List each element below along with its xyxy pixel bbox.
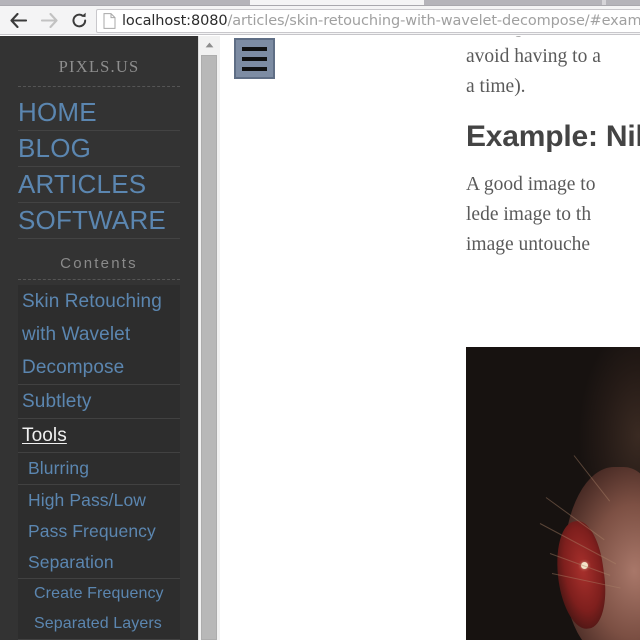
section-heading-example-nikki: Example: Nikki [466,120,640,153]
hamburger-menu-icon[interactable] [234,38,275,79]
document-icon [103,13,116,29]
address-bar-text: localhost:8080/articles/skin-retouching-… [122,13,640,29]
reload-button[interactable] [65,7,93,34]
back-button[interactable] [4,7,32,34]
toc-item-skin-retouching-with-wavelet-decompose[interactable]: Skin Retouching with Wavelet Decompose [18,285,180,385]
nav-item-blog[interactable]: BLOG [18,131,180,167]
toc-item-create-frequency-separated-layers[interactable]: Create Frequency Separated Layers [18,579,180,640]
forward-arrow-icon [40,13,58,28]
url-path: /articles/skin-retouching-with-wavelet-d… [227,13,640,29]
sidebar-content: PIXLS.US HOME BLOG ARTICLES SOFTWARE Con… [0,36,198,640]
page-scrollbar[interactable] [198,36,220,640]
contents-heading: Contents [60,255,138,272]
scroll-up-button[interactable] [199,36,220,54]
nav-item-home[interactable]: HOME [18,95,180,131]
hamburger-bar-1 [242,46,267,51]
article-body: healing tool afte avoid having to a a ti… [466,36,640,260]
paragraph-line-2: avoid having to a [466,46,601,67]
sidebar: PIXLS.US HOME BLOG ARTICLES SOFTWARE Con… [0,36,198,640]
hamburger-bar-2 [242,56,267,61]
paragraph2-line-3: image untouche [466,234,590,255]
paragraph2-line-1: A good image to [466,174,596,195]
table-of-contents: Skin Retouching with Wavelet Decompose S… [18,280,180,640]
hamburger-bar-3 [242,66,267,71]
toc-item-tools[interactable]: Tools [18,419,180,453]
main-navigation: HOME BLOG ARTICLES SOFTWARE [0,87,198,239]
scrollbar-thumb[interactable] [201,55,217,640]
browser-toolbar: localhost:8080/articles/skin-retouching-… [0,6,640,35]
paragraph-line-3: a time). [466,76,526,97]
url-host: localhost:8080 [122,13,228,29]
browser-window: localhost:8080/articles/skin-retouching-… [0,0,640,640]
nav-item-articles[interactable]: ARTICLES [18,167,180,203]
address-bar[interactable]: localhost:8080/articles/skin-retouching-… [96,9,640,33]
toc-item-blurring[interactable]: Blurring [18,453,180,485]
toc-item-subtlety[interactable]: Subtlety [18,385,180,419]
site-brand: PIXLS.US [58,57,140,76]
article-image [466,347,640,640]
nav-item-software[interactable]: SOFTWARE [18,203,180,239]
back-arrow-icon [9,13,27,28]
scroll-up-arrow-icon [205,42,214,48]
page-viewport: PIXLS.US HOME BLOG ARTICLES SOFTWARE Con… [0,36,640,640]
reload-icon [72,12,86,28]
forward-button[interactable] [35,7,63,34]
paragraph2-line-2: lede image to th [466,204,592,225]
toc-item-high-pass-low-pass-frequency-separation[interactable]: High Pass/Low Pass Frequency Separation [18,485,180,579]
